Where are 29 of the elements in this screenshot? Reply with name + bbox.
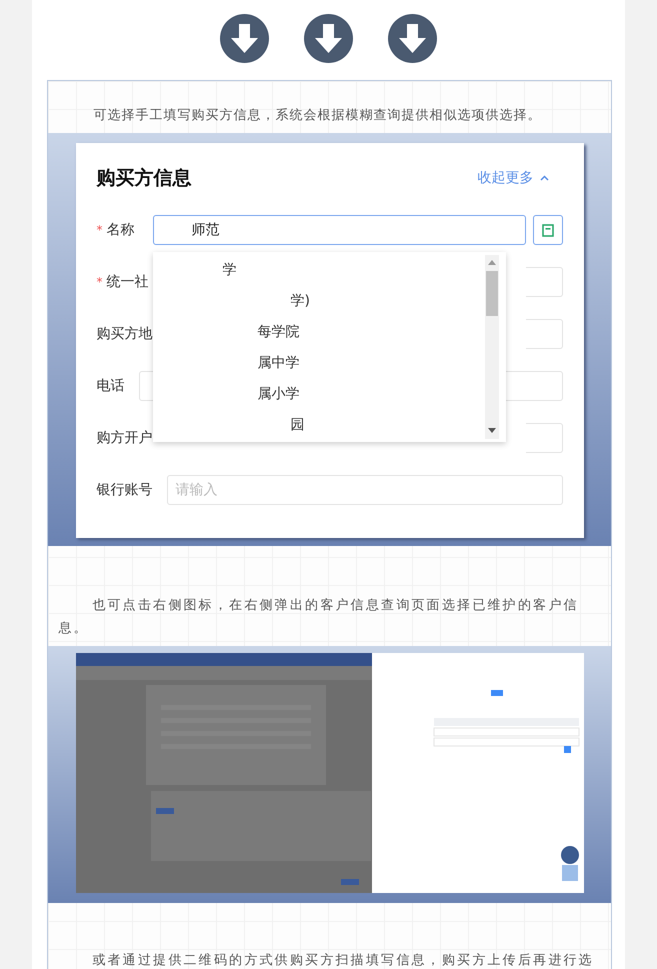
- body-paragraph: 或者通过提供二维码的方式供购买方扫描填写信息，购买方上传后再进行选: [91, 952, 595, 969]
- body-paragraph: 也可点击右侧图标，在右侧弹出的客户信息查询页面选择已维护的客户信息。: [58, 597, 580, 638]
- text-input[interactable]: [526, 319, 562, 349]
- suggestion-option[interactable]: 属中学: [152, 348, 484, 379]
- form-title: 购买方信息: [96, 166, 192, 191]
- intro-paragraph: 可选择手工填写购买方信息，系统会根据模糊查询提供相似选项供选择。: [92, 107, 542, 125]
- scrollbar-thumb[interactable]: [486, 271, 498, 316]
- text-input[interactable]: [526, 423, 562, 453]
- field-label: 银行账号: [96, 480, 152, 500]
- customer-lookup-button[interactable]: [532, 215, 562, 245]
- suggestion-option[interactable]: 园: [152, 410, 484, 441]
- field-label: 名称: [106, 220, 134, 240]
- suggestion-option[interactable]: 学): [152, 286, 484, 317]
- scrollbar[interactable]: [484, 255, 498, 439]
- suggestion-option[interactable]: 属小学: [152, 379, 484, 410]
- text-input[interactable]: [526, 267, 562, 297]
- field-label: 电话: [96, 376, 124, 396]
- scroll-up-icon: [488, 260, 496, 265]
- suggestion-option[interactable]: 每学院: [152, 317, 484, 348]
- card-icon: [542, 224, 554, 236]
- field-label: 购买方地: [96, 324, 152, 344]
- chevron-up-icon: [540, 175, 548, 181]
- field-label: 购方开户: [96, 428, 152, 448]
- required-mark: *: [96, 274, 102, 291]
- field-label: 统一社: [106, 272, 148, 292]
- required-mark: *: [96, 222, 102, 239]
- suggestion-option[interactable]: 学: [152, 255, 484, 286]
- scroll-down-icon: [488, 428, 496, 433]
- name-input[interactable]: 师范: [152, 215, 526, 245]
